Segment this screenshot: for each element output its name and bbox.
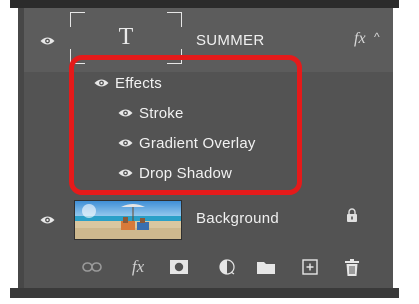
lock-icon[interactable] <box>346 208 358 228</box>
add-mask-icon[interactable] <box>169 257 189 277</box>
type-t-icon: T <box>118 24 134 50</box>
fx-badge-icon[interactable]: fx <box>354 30 366 48</box>
new-group-icon[interactable] <box>256 257 276 277</box>
delete-icon[interactable] <box>342 257 362 277</box>
beach-photo-thumbnail <box>75 201 181 239</box>
background-visibility-eye-icon[interactable] <box>40 215 55 225</box>
layer-row-background[interactable]: Background <box>24 194 393 246</box>
background-layer-thumbnail[interactable] <box>74 200 182 240</box>
panel-top-border <box>10 0 399 8</box>
link-layers-icon[interactable] <box>82 257 102 277</box>
panel-bottom-border <box>10 288 399 298</box>
layers-toolbar: fx <box>24 252 393 282</box>
add-layer-style-icon[interactable]: fx <box>128 257 148 277</box>
new-layer-icon[interactable] <box>300 257 320 277</box>
visibility-eye-icon[interactable] <box>40 36 55 46</box>
collapse-effects-caret-icon[interactable]: ^ <box>374 30 380 44</box>
effects-highlight-box <box>69 55 302 195</box>
layer-name-background[interactable]: Background <box>196 210 279 227</box>
layer-name-summer[interactable]: SUMMER <box>196 32 264 49</box>
adjustment-layer-icon[interactable] <box>217 257 237 277</box>
